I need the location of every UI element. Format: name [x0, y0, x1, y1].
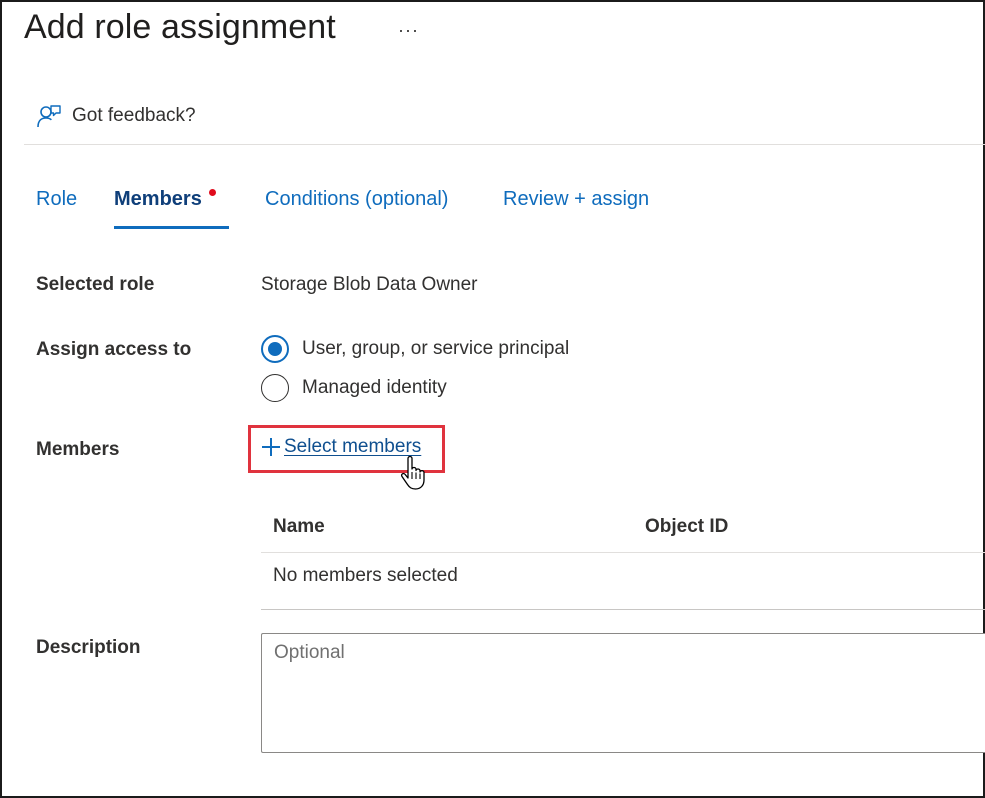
feedback-label: Got feedback?: [72, 105, 196, 126]
radio-label-managed-identity: Managed identity: [302, 377, 447, 398]
feedback-person-icon: [36, 103, 62, 129]
description-textarea[interactable]: [261, 633, 985, 753]
tab-conditions[interactable]: Conditions (optional): [265, 188, 448, 211]
column-header-object-id[interactable]: Object ID: [645, 516, 728, 538]
empty-table-message: No members selected: [273, 565, 458, 586]
table-header-row: Name Object ID: [261, 500, 985, 553]
radio-managed-identity[interactable]: Managed identity: [261, 374, 447, 402]
select-members-label: Select members: [284, 436, 422, 457]
page-title: Add role assignment: [24, 8, 336, 46]
tab-members[interactable]: Members: [114, 188, 202, 211]
hand-pointer-icon: [399, 455, 427, 492]
selected-role-label: Selected role: [36, 274, 155, 295]
active-tab-indicator: [114, 226, 229, 229]
plus-icon: [261, 437, 281, 457]
assign-access-label: Assign access to: [36, 339, 192, 360]
header-divider: [24, 144, 985, 145]
column-header-name[interactable]: Name: [273, 516, 325, 538]
selected-role-value: Storage Blob Data Owner: [261, 274, 478, 295]
radio-button-unchecked[interactable]: [261, 374, 289, 402]
tab-role[interactable]: Role: [36, 188, 77, 211]
radio-label-user-group-sp: User, group, or service principal: [302, 338, 570, 359]
radio-button-checked[interactable]: [261, 335, 289, 363]
description-label: Description: [36, 637, 141, 658]
required-dot-icon: [209, 189, 216, 196]
table-row: No members selected: [261, 553, 985, 610]
members-table: Name Object ID No members selected: [261, 500, 985, 610]
tab-review-assign[interactable]: Review + assign: [503, 188, 649, 211]
radio-user-group-sp[interactable]: User, group, or service principal: [261, 335, 569, 363]
select-members-link[interactable]: Select members: [261, 436, 421, 458]
more-options-button[interactable]: ···: [398, 20, 419, 41]
feedback-link[interactable]: Got feedback?: [36, 103, 196, 129]
radio-dot-icon: [268, 342, 282, 356]
members-label: Members: [36, 439, 120, 460]
